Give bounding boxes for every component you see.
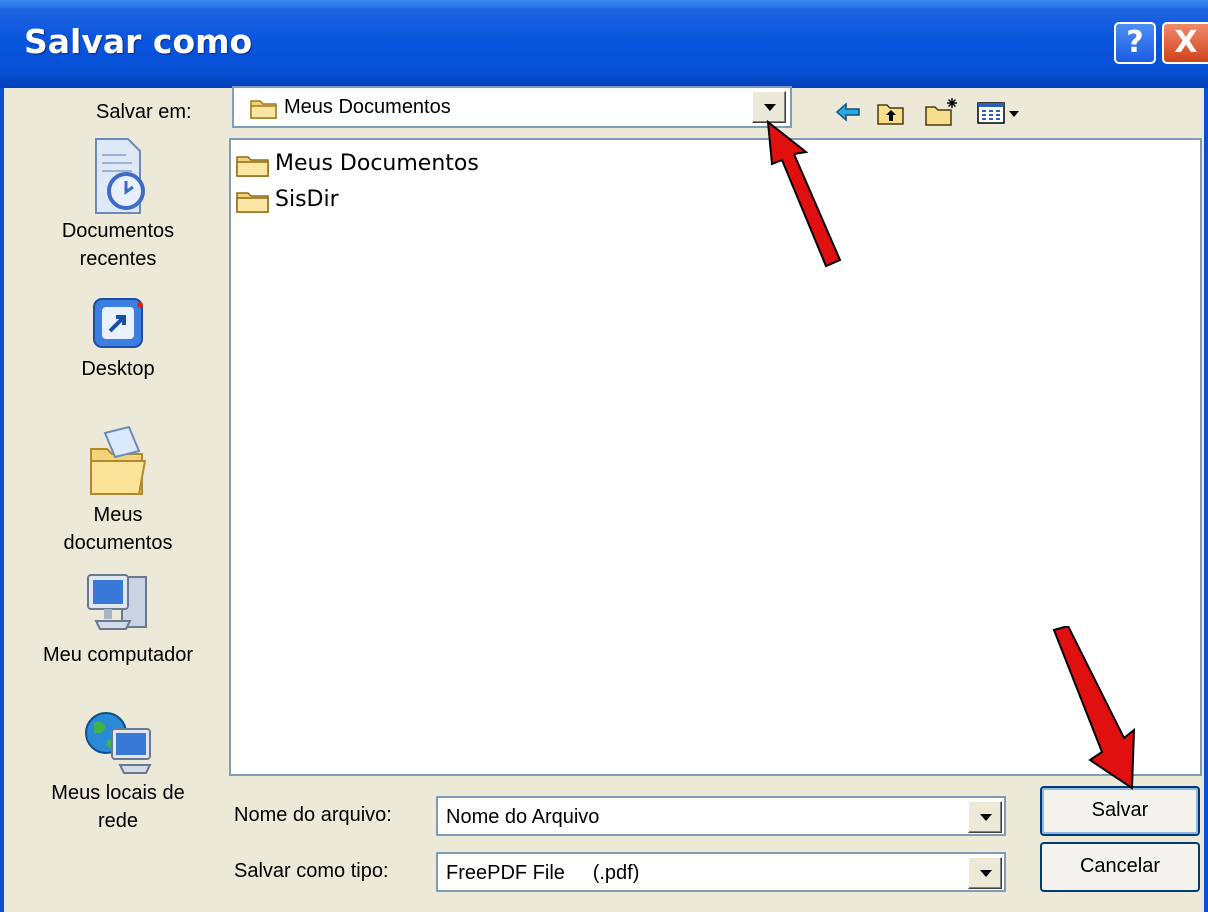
look-in-dropdown-button[interactable] <box>752 91 786 123</box>
look-in-value: Meus Documentos <box>284 96 451 118</box>
filename-input[interactable]: Nome do Arquivo <box>436 796 1006 836</box>
filename-dropdown-button[interactable] <box>968 801 1002 833</box>
cancel-button[interactable]: Cancelar <box>1040 842 1200 892</box>
folder-icon <box>236 156 269 177</box>
place-desktop[interactable]: Desktop <box>14 293 222 393</box>
view-menu-icon[interactable] <box>976 96 1034 128</box>
help-button[interactable]: ? <box>1114 22 1156 64</box>
filetype-value: FreePDF File (.pdf) <box>446 862 640 884</box>
place-label-line1: Meu computador <box>42 644 194 666</box>
dialog-title: Salvar como <box>24 22 253 61</box>
back-arrow-icon[interactable] <box>834 96 862 128</box>
folder-icon <box>236 192 269 213</box>
new-folder-icon[interactable] <box>924 96 962 128</box>
place-label-line1: Desktop <box>81 358 155 380</box>
filename-label: Nome do arquivo: <box>234 804 392 826</box>
file-list[interactable]: Meus Documentos SisDir <box>229 138 1202 776</box>
filetype-dropdown-button[interactable] <box>968 857 1002 889</box>
close-button[interactable]: X <box>1162 22 1208 64</box>
place-label-line1: Meus <box>93 504 143 526</box>
places-bar: Documentos recentes Desktop Meus documen… <box>14 135 222 841</box>
window-frame-right <box>1204 88 1208 912</box>
my-computer-icon <box>87 574 147 630</box>
place-label-line1: Documentos <box>61 220 175 242</box>
my-documents-icon <box>90 425 147 495</box>
place-my-computer[interactable]: Meu computador <box>14 569 222 689</box>
window-frame-left <box>0 88 4 912</box>
network-places-icon <box>85 712 152 774</box>
filename-value: Nome do Arquivo <box>446 806 600 828</box>
look-in-label: Salvar em: <box>96 101 192 123</box>
up-folder-icon[interactable] <box>876 96 906 128</box>
look-in-combo[interactable]: Meus Documentos <box>232 86 792 128</box>
file-name: SisDir <box>275 187 339 212</box>
filetype-label: Salvar como tipo: <box>234 860 389 882</box>
folder-icon <box>250 100 277 119</box>
place-network[interactable]: Meus locais de rede <box>14 705 222 845</box>
place-label-line2: recentes <box>79 248 157 270</box>
file-name: Meus Documentos <box>275 151 479 176</box>
save-button[interactable]: Salvar <box>1040 786 1200 836</box>
place-label-line1: Meus locais de <box>51 782 185 804</box>
place-my-documents[interactable]: Meus documentos <box>14 423 222 563</box>
place-label-line2: rede <box>97 810 139 832</box>
place-recent-documents[interactable]: Documentos recentes <box>14 135 222 283</box>
place-label-line2: documentos <box>63 532 173 554</box>
filetype-select[interactable]: FreePDF File (.pdf) <box>436 852 1006 892</box>
desktop-icon <box>93 298 143 348</box>
recent-documents-icon <box>95 138 145 214</box>
title-bar: Salvar como ? X <box>0 0 1208 88</box>
